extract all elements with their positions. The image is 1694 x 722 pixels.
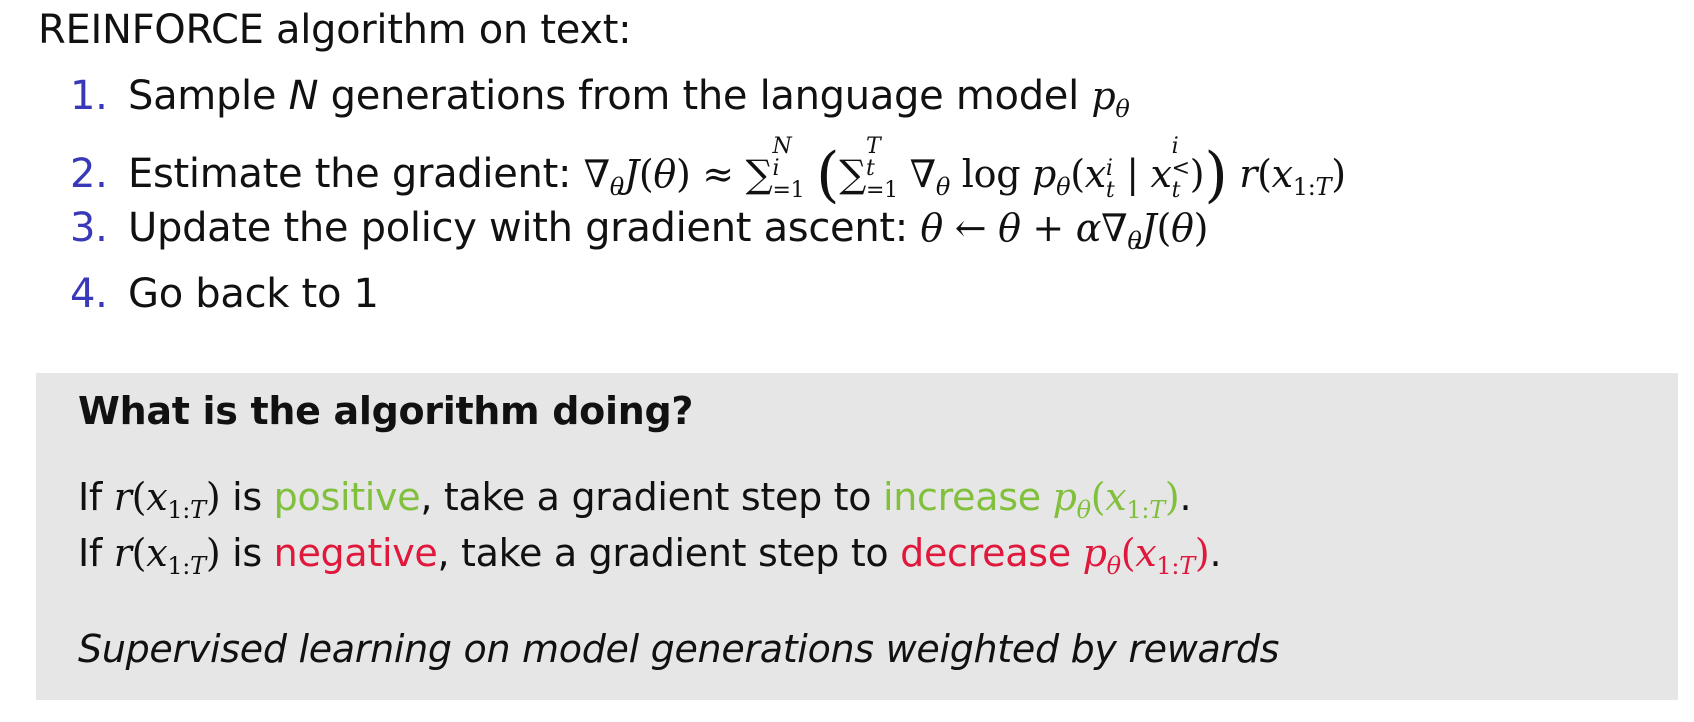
math-p-theta: pθ	[1091, 74, 1130, 123]
step-4: 4. Go back to 1	[70, 268, 1346, 334]
step-number: 1.	[70, 73, 108, 119]
gradient-formula: ∇θJ(θ) ≈ ∑ Ni =1 (∑ Tt =1 ∇θ log pθ(x i t | xi…	[583, 134, 1347, 210]
step-text-2: generations from the language model	[330, 73, 1080, 119]
prob-expr: pθ(x1:T)	[1082, 531, 1210, 580]
increase-word: increase	[883, 475, 1041, 519]
step-number: 4.	[70, 271, 108, 317]
decrease-word: decrease	[900, 531, 1071, 575]
update-formula: θ ← θ + α∇θJ(θ)	[920, 206, 1209, 255]
negative-word: negative	[273, 531, 438, 575]
reward-expr: r(x1:T)	[113, 475, 221, 524]
step-2: 2. Estimate the gradient: ∇θJ(θ) ≈ ∑ Ni =1 …	[70, 134, 1347, 210]
explanation-box: What is the algorithm doing? If r(x1:T) …	[36, 373, 1678, 700]
math-n: N	[288, 73, 319, 119]
box-note: Supervised learning on model generations…	[78, 627, 1280, 671]
reward-expr: r(x1:T)	[113, 531, 221, 580]
box-title: What is the algorithm doing?	[78, 389, 694, 433]
step-number: 3.	[70, 205, 108, 251]
positive-line: If r(x1:T) is positive, take a gradient …	[78, 475, 1192, 524]
prob-expr: pθ(x1:T)	[1052, 475, 1180, 524]
negative-line: If r(x1:T) is negative, take a gradient …	[78, 531, 1222, 580]
positive-word: positive	[273, 475, 421, 519]
step-3: 3. Update the policy with gradient ascent…	[70, 202, 1346, 268]
algorithm-steps: 1. Sample N generations from the language…	[70, 70, 1346, 334]
step-number: 2.	[70, 151, 108, 197]
slide-heading: REINFORCE algorithm on text:	[38, 7, 632, 53]
step-text: Sample	[128, 73, 277, 119]
step-text: Update the policy with gradient ascent:	[128, 205, 908, 251]
step-text: Go back to 1	[128, 271, 379, 317]
step-text: Estimate the gradient:	[128, 151, 572, 197]
step-1: 1. Sample N generations from the language…	[70, 70, 1346, 136]
